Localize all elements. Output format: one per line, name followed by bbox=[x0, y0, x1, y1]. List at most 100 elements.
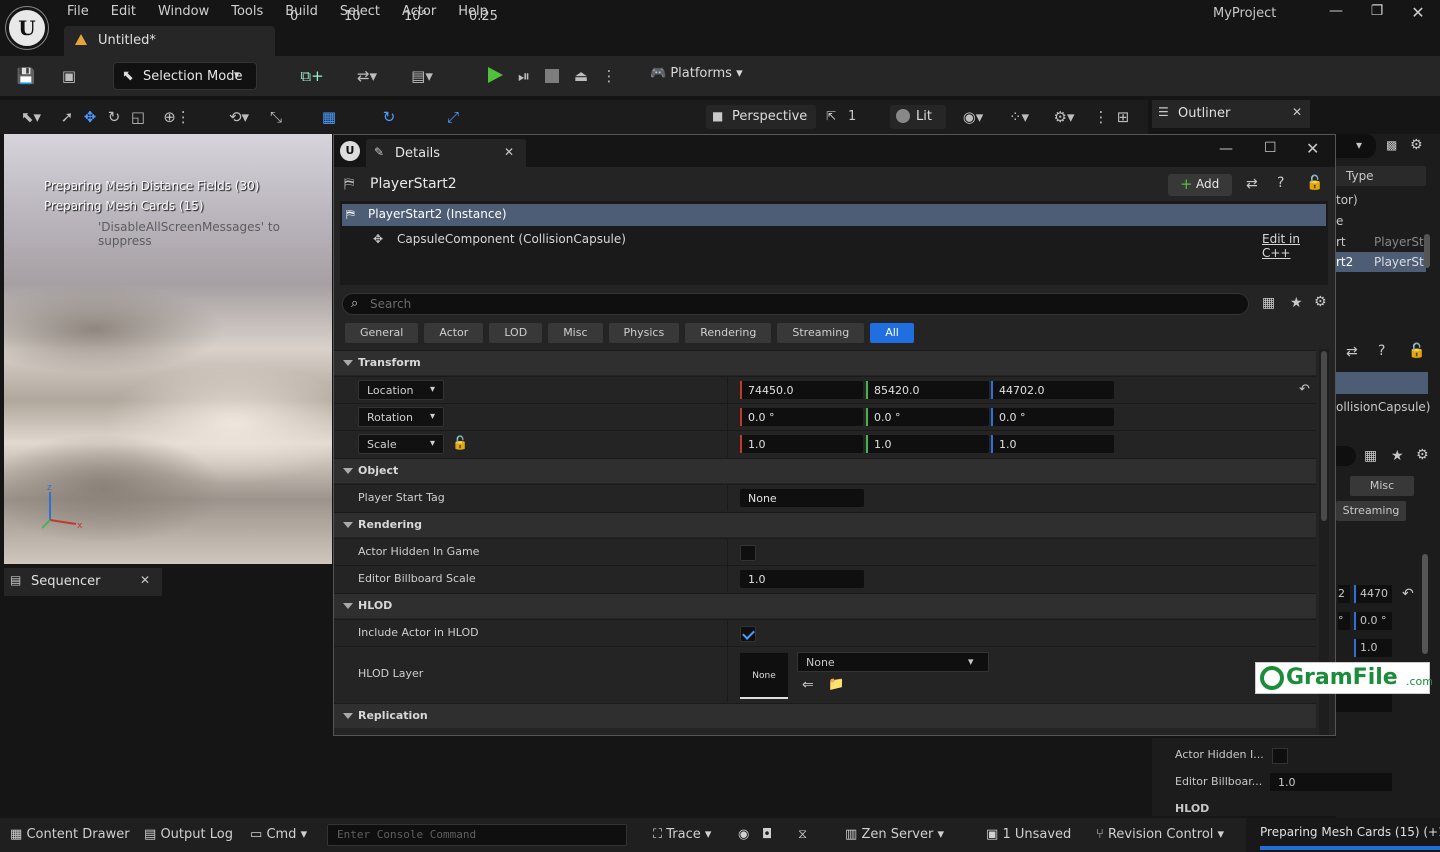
outliner-settings-icon[interactable]: ⚙ bbox=[1410, 137, 1423, 153]
rotation-y-fragment[interactable]: ° bbox=[1338, 612, 1350, 630]
revision-control-dropdown[interactable]: ⑂ Revision Control ▾ bbox=[1096, 827, 1224, 842]
close-window-icon[interactable]: ✕ bbox=[1403, 3, 1433, 22]
player-start-tag-field[interactable]: None bbox=[740, 489, 864, 507]
category-all[interactable]: All bbox=[870, 323, 914, 343]
details-scrollbar[interactable] bbox=[1422, 554, 1428, 654]
category-misc[interactable]: Misc bbox=[1350, 476, 1414, 496]
outliner-scrollbar[interactable] bbox=[1424, 234, 1430, 268]
grid-snap-value[interactable]: 10 bbox=[344, 9, 361, 24]
sequencer-tab[interactable]: ▤ Sequencer ✕ bbox=[4, 568, 162, 596]
scale-dropdown[interactable]: Scale ▾ bbox=[358, 434, 444, 454]
location-x-field[interactable]: 74450.0 bbox=[740, 381, 863, 399]
zen-server-dropdown[interactable]: ▥ Zen Server ▾ bbox=[845, 827, 944, 842]
sequencer-close-icon[interactable]: ✕ bbox=[140, 573, 150, 587]
layout-icon[interactable]: ⊞ bbox=[1112, 106, 1134, 128]
content-drawer-button[interactable]: ▦ Content Drawer bbox=[10, 827, 130, 842]
blueprint-icon[interactable]: ⇄ bbox=[1346, 344, 1358, 360]
section-transform[interactable]: Transform bbox=[334, 350, 1316, 375]
scale-y-field[interactable]: 1.0 bbox=[866, 435, 989, 453]
scale-snap-icon[interactable]: ⤢ bbox=[442, 106, 464, 128]
rotation-dropdown[interactable]: Rotation ▾ bbox=[358, 407, 444, 427]
hlod-section[interactable]: HLOD bbox=[1175, 802, 1209, 815]
editor-billboard-field[interactable]: 1.0 bbox=[1270, 773, 1392, 791]
details-component-fragment[interactable]: ollisionCapsule) bbox=[1336, 400, 1430, 414]
scale-lock-icon[interactable]: 🔓 bbox=[452, 436, 468, 451]
unsaved-button[interactable]: ▣ 1 Unsaved bbox=[986, 827, 1071, 842]
lock-icon[interactable]: 🔓 bbox=[1306, 175, 1323, 191]
lock-icon[interactable]: 🔓 bbox=[1408, 343, 1425, 359]
surface-snap-icon[interactable]: ⟲▾ bbox=[222, 106, 256, 128]
menu-tools[interactable]: Tools bbox=[220, 0, 274, 24]
location-y-field[interactable]: 85420.0 bbox=[866, 381, 989, 399]
eject-icon[interactable]: ⏏ bbox=[570, 65, 592, 87]
viewport-options-icon[interactable]: ⬉▾ bbox=[14, 106, 48, 128]
location-dropdown[interactable]: Location ▾ bbox=[358, 380, 444, 400]
translate-tool-icon[interactable]: ✥ bbox=[79, 106, 101, 128]
add-component-button[interactable]: + Add bbox=[1168, 174, 1232, 196]
world-space-icon[interactable]: ⊕⋮ bbox=[160, 106, 194, 128]
blueprint-icon[interactable]: ⇄ bbox=[1246, 176, 1258, 192]
hlod-layer-thumbnail[interactable]: None bbox=[740, 653, 788, 699]
reset-icon[interactable]: ↶ bbox=[1402, 586, 1414, 602]
details-search-fragment[interactable] bbox=[1336, 446, 1356, 466]
unreal-logo[interactable]: U bbox=[6, 7, 48, 49]
level-tab[interactable]: Untitled* bbox=[64, 26, 275, 56]
favorite-star-icon[interactable]: ★ bbox=[1391, 448, 1404, 464]
favorite-star-icon[interactable]: ★ bbox=[1290, 295, 1303, 311]
category-lod[interactable]: LOD bbox=[489, 323, 543, 343]
derived-data-icon[interactable]: ⧖ bbox=[798, 827, 807, 842]
instance-row[interactable]: ⛿ PlayerStart2 (Instance) bbox=[342, 204, 1326, 226]
scale-z-fragment[interactable]: 1.0 bbox=[1354, 639, 1392, 657]
actor-hidden-checkbox[interactable] bbox=[1272, 748, 1288, 764]
play-icon[interactable] bbox=[488, 67, 503, 83]
actor-hidden-checkbox[interactable] bbox=[740, 545, 756, 561]
category-rendering[interactable]: Rendering bbox=[685, 323, 772, 343]
show-flags-icon[interactable]: ◉▾ bbox=[956, 106, 990, 128]
section-rendering[interactable]: Rendering bbox=[334, 512, 1316, 537]
outliner-filter-dropdown[interactable]: ▾ bbox=[1336, 134, 1376, 158]
actor-name[interactable]: PlayerStart2 bbox=[370, 176, 457, 192]
reset-to-default-icon[interactable]: ↶ bbox=[1299, 382, 1310, 397]
details-tab[interactable]: ✎ Details ✕ bbox=[366, 139, 526, 167]
rotation-snap-value[interactable]: 10° bbox=[404, 9, 427, 24]
platforms-button[interactable]: 🎮 Platforms ▾ bbox=[650, 66, 743, 81]
blueprint-icon[interactable]: ⇄▾ bbox=[347, 65, 387, 87]
category-actor[interactable]: Actor bbox=[424, 323, 484, 343]
details-settings-icon[interactable]: ⚙ bbox=[1314, 294, 1327, 310]
add-actor-icon[interactable]: ⧉+ bbox=[292, 65, 332, 87]
progress-area[interactable]: Preparing Mesh Cards (15) (+1 bbox=[1246, 818, 1440, 852]
menu-window[interactable]: Window bbox=[147, 0, 220, 24]
close-icon[interactable]: ✕ bbox=[1306, 139, 1319, 158]
viewport-settings-icon[interactable]: ⚙▾ bbox=[1046, 106, 1082, 128]
category-physics[interactable]: Physics bbox=[608, 323, 680, 343]
section-replication[interactable]: Replication bbox=[334, 703, 1316, 728]
edit-in-cpp-link[interactable]: Edit in C++ bbox=[1262, 232, 1328, 260]
trace-dropdown[interactable]: ⛶ Trace ▾ bbox=[653, 827, 711, 842]
minimize-icon[interactable]: — bbox=[1321, 3, 1351, 19]
effects-icon[interactable]: ⁘▾ bbox=[1002, 106, 1036, 128]
type-column-header[interactable]: Type bbox=[1346, 169, 1374, 183]
scale-tool-icon[interactable]: ◱ bbox=[127, 106, 149, 128]
category-streaming[interactable]: Streaming bbox=[777, 323, 865, 343]
category-streaming[interactable]: Streaming bbox=[1336, 501, 1406, 521]
location-y-fragment[interactable]: 2 bbox=[1338, 585, 1350, 603]
rotation-z-field[interactable]: 0.0 ° bbox=[991, 408, 1114, 426]
capsule-component-row[interactable]: CapsuleComponent (CollisionCapsule) bbox=[397, 232, 626, 246]
location-z-fragment[interactable]: 4470 bbox=[1354, 585, 1392, 603]
scale-z-field[interactable]: 1.0 bbox=[991, 435, 1114, 453]
help-icon[interactable]: ? bbox=[1378, 343, 1385, 359]
select-tool-icon[interactable]: ➚ bbox=[56, 106, 78, 128]
camera-speed-dropdown[interactable]: ⇱ 1 bbox=[826, 105, 866, 129]
rotation-x-field[interactable]: 0.0 ° bbox=[740, 408, 863, 426]
menu-edit[interactable]: Edit bbox=[100, 0, 147, 24]
restore-icon[interactable]: ❐ bbox=[1362, 3, 1392, 19]
more-options-icon[interactable]: ⋮ bbox=[598, 65, 620, 87]
view-mode-dropdown[interactable]: Lit bbox=[890, 105, 946, 129]
rotation-z-fragment[interactable]: 0.0 ° bbox=[1354, 612, 1392, 630]
details-field-fragment[interactable] bbox=[1336, 694, 1392, 712]
outliner-row-playerstart[interactable]: rt PlayerSt bbox=[1336, 232, 1426, 252]
browse-icon[interactable]: ▣ bbox=[58, 65, 80, 87]
use-selected-icon[interactable]: ⇐ bbox=[802, 677, 814, 693]
menu-file[interactable]: File bbox=[56, 0, 100, 24]
section-hlod[interactable]: HLOD bbox=[334, 593, 1316, 618]
